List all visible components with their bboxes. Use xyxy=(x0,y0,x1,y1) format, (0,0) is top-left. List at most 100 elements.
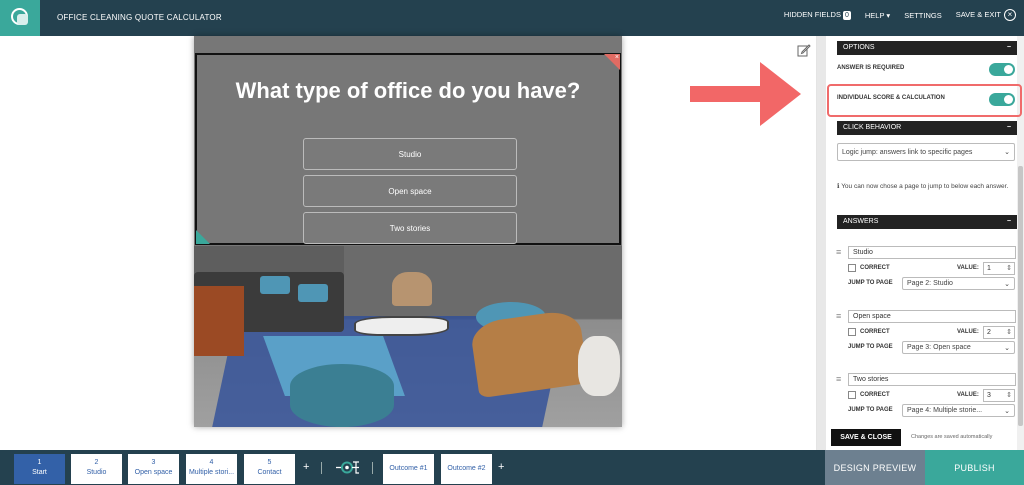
page-tab-contact[interactable]: 5 Contact xyxy=(244,454,295,484)
answer-button-studio[interactable]: Studio xyxy=(303,138,517,170)
answer-text-input-open-space[interactable]: Open space xyxy=(848,310,1016,323)
page-name: Start xyxy=(32,469,47,476)
click-behavior-select[interactable]: Logic jump: answers link to specific pag… xyxy=(837,143,1015,161)
answer-text-input-studio[interactable]: Studio xyxy=(848,246,1016,259)
save-close-button[interactable]: SAVE & CLOSE xyxy=(831,429,901,446)
bottom-bar: 1 Start 2 Studio 3 Open space 4 Multiple sto… xyxy=(0,450,1024,485)
page-number: 2 xyxy=(94,459,99,466)
jump-page-value: Page 3: Open space xyxy=(907,344,971,351)
photo-table xyxy=(354,316,449,336)
edit-icon[interactable] xyxy=(797,43,811,57)
settings-link[interactable]: SETTINGS xyxy=(904,11,942,20)
page-number: 1 xyxy=(37,459,42,466)
question-title[interactable]: What type of office do you have? xyxy=(197,77,619,105)
page-tab-multiple-stories[interactable]: 4 Multiple stori... xyxy=(186,454,237,484)
delete-block-button[interactable]: × xyxy=(604,54,620,70)
page-tab-open-space[interactable]: 3 Open space xyxy=(128,454,179,484)
click-behavior-value: Logic jump: answers link to specific pag… xyxy=(842,148,973,156)
individual-score-label: INDIVIDUAL SCORE & CALCULATION xyxy=(837,95,945,101)
page-tab-studio[interactable]: 2 Studio xyxy=(71,454,122,484)
info-note: ℹ You can now chose a page to jump to be… xyxy=(837,182,1015,191)
caret-down-icon: ▾ xyxy=(886,10,891,20)
answers-header-label: ANSWERS xyxy=(843,218,879,225)
hidden-fields-button[interactable]: HIDDEN FIELDS 0 xyxy=(784,10,851,20)
office-photo xyxy=(194,246,622,427)
page-number: 3 xyxy=(151,459,156,466)
preview-canvas: × What type of office do you have? Studi… xyxy=(194,36,622,427)
jump-page-value: Page 4: Multiple storie... xyxy=(907,407,983,414)
page-number: 4 xyxy=(209,459,214,466)
panel-left-scrollbar[interactable] xyxy=(817,36,826,450)
individual-score-toggle[interactable] xyxy=(989,93,1015,106)
settings-panel: OPTIONS − ANSWER IS REQUIRED INDIVIDUAL S… xyxy=(816,36,1024,450)
hidden-fields-label: HIDDEN FIELDS xyxy=(783,10,841,19)
correct-label: CORRECT xyxy=(860,329,890,335)
page-tab-start[interactable]: 1 Start xyxy=(14,454,65,484)
add-page-button[interactable]: + xyxy=(303,461,309,473)
question-block[interactable]: × What type of office do you have? Studi… xyxy=(195,53,621,245)
click-behavior-header-label: CLICK BEHAVIOR xyxy=(843,124,902,131)
save-exit-button[interactable]: SAVE & EXIT × xyxy=(956,9,1016,21)
jump-page-value: Page 2: Studio xyxy=(907,280,953,287)
jump-to-page-label: JUMP TO PAGE xyxy=(848,280,893,286)
help-menu[interactable]: HELP ▾ xyxy=(865,11,890,20)
collapse-icon[interactable]: − xyxy=(1007,41,1011,55)
value-stepper[interactable]: 2 xyxy=(983,326,1015,339)
close-icon: × xyxy=(614,54,619,61)
chevron-down-icon: ⌄ xyxy=(1004,407,1010,415)
jump-page-select[interactable]: Page 3: Open space ⌄ xyxy=(902,341,1015,354)
top-bar: OFFICE CLEANING QUOTE CALCULATOR HIDDEN … xyxy=(0,0,1024,36)
collapse-icon[interactable]: − xyxy=(1007,121,1011,135)
photo-ottoman xyxy=(290,364,394,427)
duplicate-block-icon[interactable] xyxy=(196,230,210,244)
value-stepper[interactable]: 1 xyxy=(983,262,1015,275)
autosave-note: Changes are saved automatically xyxy=(911,434,993,440)
answer-required-toggle[interactable] xyxy=(989,63,1015,76)
answer-text-input-two-stories[interactable]: Two stories xyxy=(848,373,1016,386)
jump-page-select[interactable]: Page 2: Studio ⌄ xyxy=(902,277,1015,290)
correct-checkbox[interactable] xyxy=(848,328,856,336)
answer-required-label: ANSWER IS REQUIRED xyxy=(837,65,905,71)
drag-handle-icon[interactable]: ≡ xyxy=(836,311,841,321)
drag-handle-icon[interactable]: ≡ xyxy=(836,374,841,384)
outcome-tab-1[interactable]: Outcome #1 xyxy=(383,454,434,484)
correct-checkbox[interactable] xyxy=(848,264,856,272)
top-nav: HIDDEN FIELDS 0 HELP ▾ SETTINGS SAVE & EX… xyxy=(784,9,1016,21)
options-header[interactable]: OPTIONS − xyxy=(837,41,1017,55)
correct-label: CORRECT xyxy=(860,392,890,398)
publish-button[interactable]: PUBLISH xyxy=(925,450,1024,485)
page-name: Open space xyxy=(134,469,173,476)
divider xyxy=(372,462,373,474)
answer-button-two-stories[interactable]: Two stories xyxy=(303,212,517,244)
correct-checkbox[interactable] xyxy=(848,391,856,399)
correct-label: CORRECT xyxy=(860,265,890,271)
drag-handle-icon[interactable]: ≡ xyxy=(836,247,841,257)
jump-to-page-label: JUMP TO PAGE xyxy=(848,407,893,413)
scrollbar-thumb[interactable] xyxy=(1018,166,1023,426)
value-label: VALUE: xyxy=(957,265,979,271)
jump-page-select[interactable]: Page 4: Multiple storie... ⌄ xyxy=(902,404,1015,417)
photo-ottoman xyxy=(578,336,620,396)
click-behavior-header[interactable]: CLICK BEHAVIOR − xyxy=(837,121,1017,135)
value-stepper[interactable]: 3 xyxy=(983,389,1015,402)
photo-chair xyxy=(392,272,432,306)
add-outcome-button[interactable]: + xyxy=(498,461,504,473)
outcome-tab-2[interactable]: Outcome #2 xyxy=(441,454,492,484)
page-name: Multiple stori... xyxy=(188,469,235,476)
options-header-label: OPTIONS xyxy=(843,44,875,51)
save-exit-label: SAVE & EXIT xyxy=(955,10,1001,19)
collapse-icon[interactable]: − xyxy=(1007,215,1011,229)
design-preview-button[interactable]: DESIGN PREVIEW xyxy=(825,450,925,485)
chevron-down-icon: ⌄ xyxy=(1004,149,1010,156)
answer-button-open-space[interactable]: Open space xyxy=(303,175,517,207)
hidden-fields-count: 0 xyxy=(842,11,851,20)
chevron-down-icon: ⌄ xyxy=(1004,280,1010,288)
help-label: HELP xyxy=(864,10,885,20)
app-logo-icon[interactable] xyxy=(0,0,40,36)
chevron-down-icon: ⌄ xyxy=(1004,344,1010,352)
photo-pillow xyxy=(260,276,290,294)
logic-flow-icon[interactable] xyxy=(336,458,362,477)
answers-header[interactable]: ANSWERS − xyxy=(837,215,1017,229)
photo-pillow xyxy=(298,284,328,302)
photo-sofa-arm xyxy=(194,286,244,356)
